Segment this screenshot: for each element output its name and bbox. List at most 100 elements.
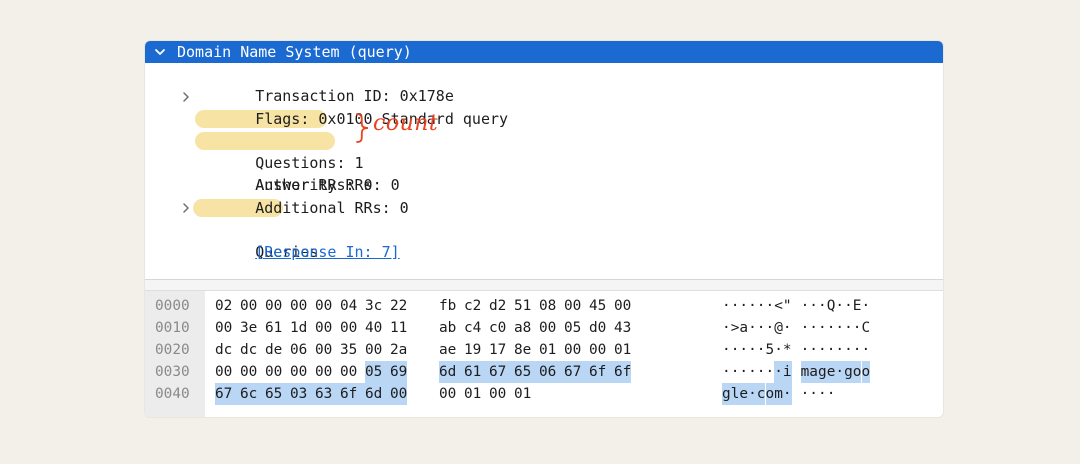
hex-byte[interactable]: d0 xyxy=(589,317,606,339)
ascii-char[interactable]: · xyxy=(748,361,757,383)
ascii-char[interactable]: 5 xyxy=(766,339,775,361)
ascii-char[interactable]: e xyxy=(826,361,836,383)
ascii-char[interactable]: · xyxy=(766,361,775,383)
hex-byte[interactable]: 65 xyxy=(514,361,540,383)
hex-byte[interactable]: 6c xyxy=(240,383,266,405)
hex-byte[interactable]: 00 xyxy=(340,317,357,339)
ascii-char[interactable]: · xyxy=(809,383,818,405)
hex-byte[interactable]: a8 xyxy=(514,317,531,339)
hex-byte[interactable]: 67 xyxy=(564,361,590,383)
ascii-char[interactable]: · xyxy=(766,295,775,317)
ascii-char[interactable]: · xyxy=(757,361,766,383)
hex-byte[interactable]: 01 xyxy=(539,339,556,361)
ascii-char[interactable]: · xyxy=(739,295,748,317)
hex-byte[interactable]: 51 xyxy=(514,295,531,317)
hex-byte[interactable]: 19 xyxy=(464,339,481,361)
ascii-char[interactable]: g xyxy=(844,361,853,383)
hex-byte[interactable]: 04 xyxy=(340,295,357,317)
hex-row[interactable]: 0040 67 6c 65 03 63 6f 6d 00 00 01 00 01 g l e · c o m · · · · · xyxy=(145,383,943,405)
ascii-char[interactable]: · xyxy=(722,339,731,361)
hex-byte[interactable]: 67 xyxy=(215,383,241,405)
ascii-char[interactable]: · xyxy=(731,361,740,383)
response-in-link[interactable]: [Response In: 7] xyxy=(255,243,400,261)
ascii-char[interactable]: · xyxy=(774,361,783,383)
ascii-char[interactable]: a xyxy=(809,361,818,383)
hex-byte[interactable]: 00 xyxy=(589,339,606,361)
ascii-char[interactable]: · xyxy=(748,317,757,339)
ascii-char[interactable]: · xyxy=(818,317,827,339)
hex-byte[interactable]: 6f xyxy=(614,361,632,383)
hex-byte[interactable]: 00 xyxy=(564,339,581,361)
chevron-right-icon[interactable] xyxy=(181,86,191,108)
hex-byte[interactable]: 8e xyxy=(514,339,531,361)
ascii-char[interactable]: · xyxy=(835,317,844,339)
hex-byte[interactable]: 69 xyxy=(390,361,408,383)
ascii-char[interactable]: · xyxy=(766,317,775,339)
ascii-char[interactable]: @ xyxy=(774,317,783,339)
answer-rrs-row[interactable]: Answer RRs: 0 xyxy=(195,130,373,194)
hex-byte[interactable]: 1d xyxy=(290,317,307,339)
hex-byte[interactable]: 22 xyxy=(390,295,407,317)
ascii-char[interactable]: Q xyxy=(827,295,836,317)
chevron-down-icon[interactable] xyxy=(154,41,166,63)
hex-byte[interactable]: ab xyxy=(439,317,456,339)
ascii-char[interactable]: m xyxy=(800,361,810,383)
ascii-char[interactable]: · xyxy=(844,295,853,317)
transaction-id-row[interactable]: Transaction ID: 0x178e xyxy=(201,63,454,105)
hex-row[interactable]: 0000 02 00 00 00 00 04 3c 22 fb c2 d2 51 08 00 45 00 · · · ·… xyxy=(145,295,943,317)
ascii-char[interactable]: c xyxy=(756,383,766,405)
ascii-char[interactable]: · xyxy=(809,295,818,317)
ascii-char[interactable]: · xyxy=(748,339,757,361)
pane-divider[interactable] xyxy=(145,279,943,291)
hex-byte[interactable]: 05 xyxy=(564,317,581,339)
hex-byte[interactable]: 6d xyxy=(365,383,391,405)
ascii-char[interactable]: · xyxy=(844,339,853,361)
ascii-char[interactable]: · xyxy=(835,295,844,317)
hex-byte[interactable]: 00 xyxy=(215,317,232,339)
ascii-char[interactable]: · xyxy=(782,383,792,405)
hex-byte[interactable]: c0 xyxy=(489,317,506,339)
hex-byte[interactable]: 00 xyxy=(265,361,282,383)
hex-byte[interactable]: 6f xyxy=(589,361,615,383)
hex-byte[interactable]: 00 xyxy=(489,383,506,405)
hex-byte[interactable]: 35 xyxy=(340,339,357,361)
hex-byte[interactable]: 63 xyxy=(315,383,341,405)
hex-byte[interactable]: 2a xyxy=(390,339,407,361)
ascii-char[interactable]: · xyxy=(722,361,731,383)
hex-byte[interactable]: 00 xyxy=(340,361,357,383)
ascii-char[interactable]: * xyxy=(783,339,792,361)
ascii-char[interactable]: " xyxy=(783,295,792,317)
response-in-row[interactable]: [Response In: 7] xyxy=(201,219,400,261)
hex-byte[interactable]: 17 xyxy=(489,339,506,361)
hex-byte[interactable]: 43 xyxy=(614,317,631,339)
ascii-char[interactable]: · xyxy=(801,295,810,317)
hex-byte[interactable]: de xyxy=(265,339,282,361)
ascii-char[interactable]: · xyxy=(862,295,871,317)
hex-byte[interactable]: c4 xyxy=(464,317,481,339)
hex-byte[interactable]: 00 xyxy=(564,295,581,317)
ascii-char[interactable]: · xyxy=(818,383,827,405)
ascii-char[interactable]: o xyxy=(765,383,775,405)
hex-byte[interactable]: 00 xyxy=(365,339,382,361)
ascii-char[interactable]: · xyxy=(809,317,818,339)
hex-byte[interactable]: 02 xyxy=(215,295,232,317)
ascii-char[interactable]: · xyxy=(844,317,853,339)
hex-byte[interactable]: 67 xyxy=(489,361,515,383)
ascii-char[interactable]: o xyxy=(861,361,871,383)
hex-byte[interactable]: 00 xyxy=(265,295,282,317)
hex-byte[interactable]: 00 xyxy=(290,295,307,317)
ascii-char[interactable]: g xyxy=(818,361,827,383)
ascii-char[interactable]: i xyxy=(782,361,792,383)
hex-byte[interactable]: 40 xyxy=(365,317,382,339)
ascii-char[interactable]: · xyxy=(757,339,766,361)
ascii-char[interactable]: · xyxy=(827,317,836,339)
chevron-right-icon[interactable] xyxy=(181,197,191,219)
ascii-char[interactable]: · xyxy=(853,339,862,361)
ascii-char[interactable]: · xyxy=(748,383,757,405)
ascii-char[interactable]: m xyxy=(774,383,783,405)
ascii-char[interactable]: e xyxy=(739,383,749,405)
ascii-char[interactable]: · xyxy=(774,339,783,361)
ascii-char[interactable]: · xyxy=(783,317,792,339)
hex-byte[interactable]: fb xyxy=(439,295,456,317)
hex-byte[interactable]: 61 xyxy=(265,317,282,339)
